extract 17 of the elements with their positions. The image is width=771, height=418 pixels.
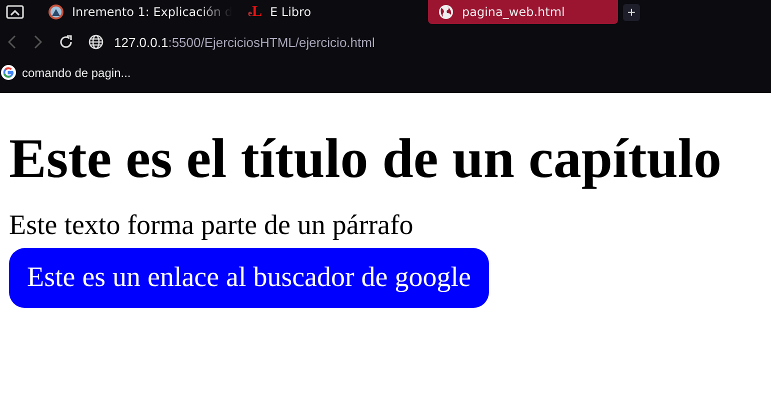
bookmark-item[interactable]: comando de pagin... — [0, 62, 132, 83]
google-icon — [1, 65, 16, 80]
globe-icon — [88, 34, 104, 50]
browser-tab[interactable]: pagina_web.html — [428, 0, 618, 24]
tab-manager-icon[interactable] — [6, 5, 24, 19]
reload-icon[interactable] — [58, 34, 74, 50]
globe-icon — [438, 4, 454, 20]
new-tab-button[interactable]: + — [623, 4, 640, 20]
back-icon[interactable] — [6, 35, 18, 49]
search-link[interactable]: Este es un enlace al buscador de google — [9, 248, 489, 308]
site-logo: eL — [248, 4, 262, 20]
browser-tab[interactable]: eL E Libro — [238, 0, 428, 24]
page-heading: Este es el título de un capítulo — [9, 129, 722, 191]
forward-icon[interactable] — [32, 35, 44, 49]
paragraph: Este texto forma parte de un párrafo — [9, 208, 414, 242]
address-field[interactable]: 127.0.0.1:5500/EjerciciosHTML/ejercicio.html — [114, 34, 375, 50]
avatar-icon — [48, 4, 64, 20]
